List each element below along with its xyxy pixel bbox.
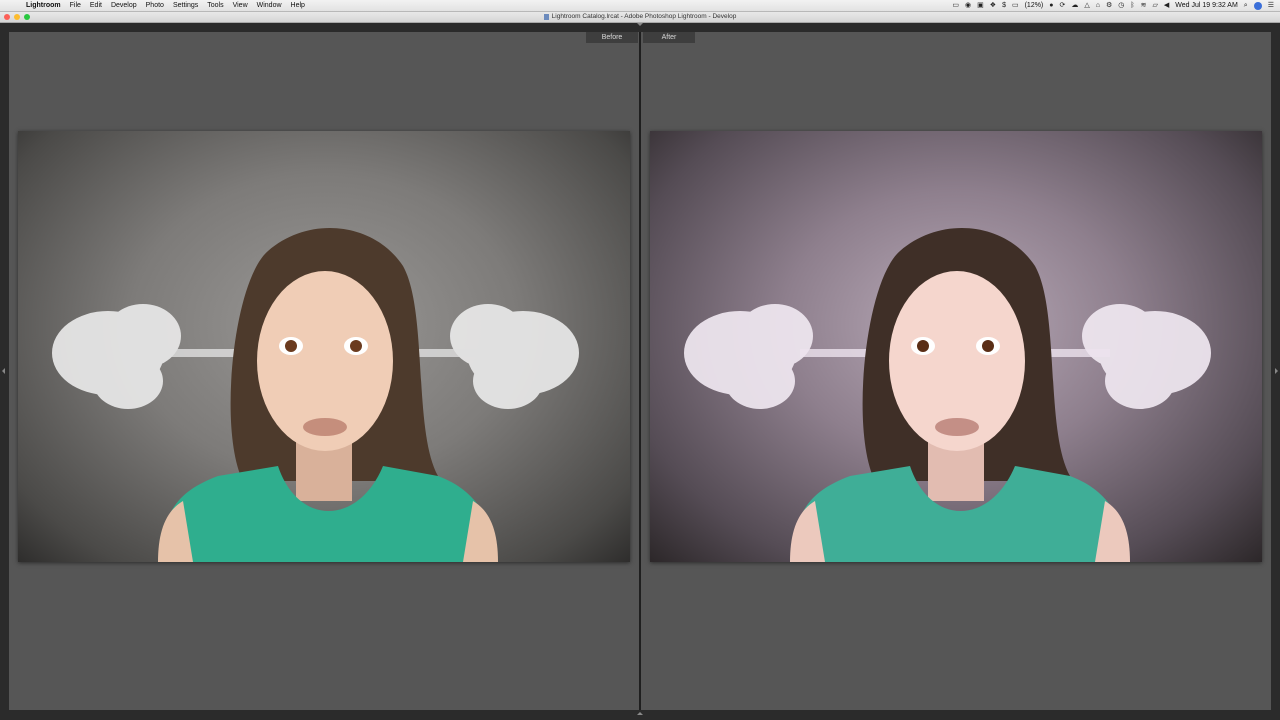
wifi-icon[interactable]: ≋	[1141, 0, 1147, 11]
dropbox-icon[interactable]: ❖	[990, 0, 996, 11]
home-icon[interactable]: ⌂	[1096, 0, 1100, 11]
clock[interactable]: Wed Jul 19 9:32 AM	[1175, 0, 1238, 11]
menu-edit[interactable]: Edit	[90, 0, 102, 11]
bluetooth-icon[interactable]: ᛒ	[1130, 0, 1134, 11]
compare-divider	[639, 32, 641, 710]
maximize-button[interactable]	[24, 14, 30, 20]
user-avatar[interactable]	[1253, 1, 1262, 10]
battery-icon[interactable]: ▭	[1012, 0, 1019, 11]
window-title-text: Lightroom Catalog.lrcat - Adobe Photosho…	[551, 13, 737, 20]
top-panel-toggle-icon[interactable]	[637, 23, 643, 26]
right-panel-toggle-icon[interactable]	[1275, 368, 1278, 374]
menu-photo[interactable]: Photo	[146, 0, 164, 11]
after-photo[interactable]	[650, 131, 1262, 562]
volume-icon[interactable]: ◀	[1164, 0, 1169, 11]
window-controls	[4, 14, 30, 20]
dollar-icon[interactable]: $	[1002, 0, 1006, 11]
menu-tools[interactable]: Tools	[207, 0, 223, 11]
window-title-bar: Lightroom Catalog.lrcat - Adobe Photosho…	[0, 12, 1280, 23]
before-photo-illustration	[52, 228, 579, 562]
gear-icon[interactable]: ⚙	[1106, 0, 1112, 11]
menu-help[interactable]: Help	[291, 0, 305, 11]
cloud-icon[interactable]: ☁	[1071, 0, 1078, 11]
before-photo[interactable]	[18, 131, 630, 562]
document-icon	[543, 14, 549, 20]
window-title: Lightroom Catalog.lrcat - Adobe Photosho…	[543, 12, 737, 22]
drive-icon[interactable]: △	[1084, 0, 1089, 11]
menu-lightroom[interactable]: Lightroom	[26, 0, 61, 11]
menu-view[interactable]: View	[233, 0, 248, 11]
bottom-panel-toggle-icon[interactable]	[637, 712, 643, 715]
menu-develop[interactable]: Develop	[111, 0, 137, 11]
sync-icon[interactable]: ⟳	[1060, 0, 1066, 11]
after-label: After	[643, 32, 695, 43]
eye-icon[interactable]: ◉	[965, 0, 971, 11]
before-label: Before	[586, 32, 638, 43]
battery-percentage: (12%)	[1024, 2, 1044, 9]
search-icon[interactable]: ⌕	[1244, 0, 1248, 11]
after-photo-illustration	[684, 228, 1211, 562]
menu-settings[interactable]: Settings	[173, 0, 198, 11]
menu-file[interactable]: File	[70, 0, 81, 11]
menu-window[interactable]: Window	[257, 0, 282, 11]
app-menu: Lightroom File Edit Develop Photo Settin…	[26, 0, 305, 11]
evernote-icon[interactable]: ●	[1049, 0, 1053, 11]
left-panel-toggle-icon[interactable]	[2, 368, 5, 374]
airplay-icon[interactable]: ▱	[1152, 0, 1157, 11]
display-icon[interactable]: ▣	[977, 0, 984, 11]
close-button[interactable]	[4, 14, 10, 20]
status-area: ▭ ◉ ▣ ❖ $ ▭ (12%) ● ⟳ ☁ △ ⌂ ⚙ ◷ ᛒ ≋ ▱ ◀ …	[952, 0, 1274, 11]
notification-icon[interactable]: ☰	[1268, 0, 1274, 11]
timemachine-icon[interactable]: ◷	[1118, 0, 1124, 11]
minimize-button[interactable]	[14, 14, 20, 20]
macos-menu-bar: Lightroom File Edit Develop Photo Settin…	[0, 0, 1280, 12]
camera-icon[interactable]: ▭	[952, 0, 959, 11]
